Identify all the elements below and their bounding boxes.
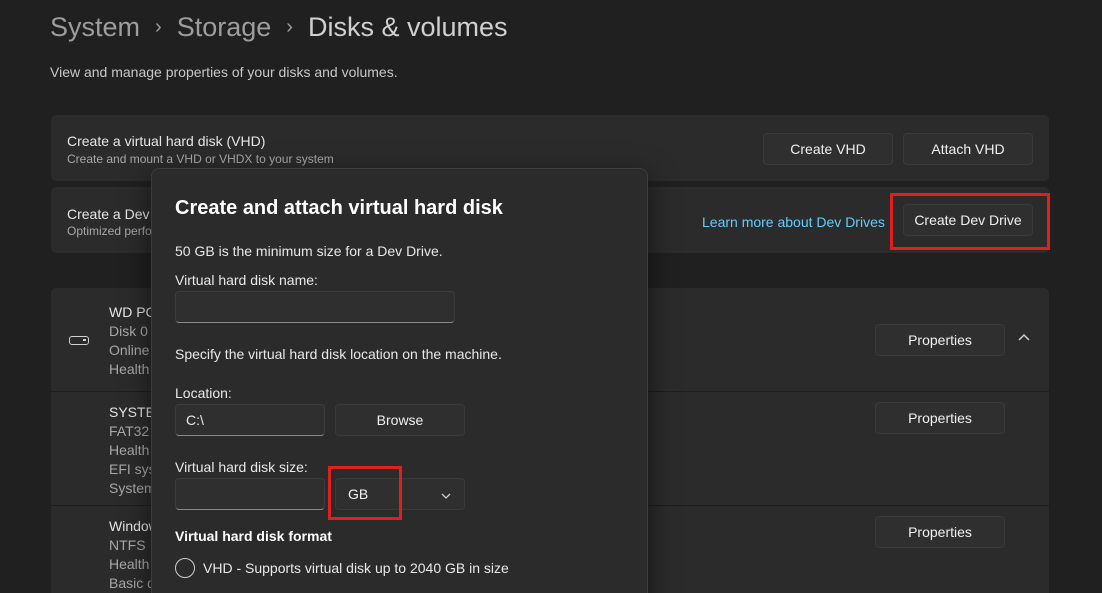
create-vhd-description: Create and mount a VHD or VHDX to your s… [67,152,334,166]
vhd-format-option[interactable]: VHD - Supports virtual disk up to 2040 G… [175,558,509,578]
disk-properties-button[interactable]: Properties [875,324,1005,356]
create-vhd-button[interactable]: Create VHD [763,133,893,165]
create-vhd-title: Create a virtual hard disk (VHD) [67,133,266,149]
learn-more-dev-drives-link[interactable]: Learn more about Dev Drives [702,214,885,230]
create-vhd-dialog: Create and attach virtual hard disk 50 G… [151,168,648,593]
breadcrumb: System › Storage › Disks & volumes [50,8,508,46]
browse-button[interactable]: Browse [335,404,465,436]
vhd-size-label: Virtual hard disk size: [175,459,308,475]
vhd-name-label: Virtual hard disk name: [175,272,318,288]
create-dev-drive-title: Create a Dev [67,206,150,222]
chevron-down-icon [440,489,452,501]
vhd-format-heading: Virtual hard disk format [175,528,332,544]
disk-status: Online [109,342,150,358]
location-hint: Specify the virtual hard disk location o… [175,346,502,362]
location-label: Location: [175,385,232,401]
vhd-format-radio[interactable] [175,558,195,578]
create-dev-drive-description: Optimized perfo [67,224,152,238]
volume-filesystem: NTFS [109,537,146,553]
page-subtitle: View and manage properties of your disks… [50,64,398,80]
vhd-name-input[interactable] [175,291,455,323]
volume-properties-button[interactable]: Properties [875,402,1005,434]
disk-health: Health [109,361,150,377]
volume-health: Health [109,556,150,572]
vhd-size-input[interactable] [175,478,325,510]
volume-health: Health [109,442,150,458]
min-size-note: 50 GB is the minimum size for a Dev Driv… [175,243,443,259]
breadcrumb-storage[interactable]: Storage [177,12,272,43]
chevron-up-icon[interactable] [1017,330,1031,344]
page-title: Disks & volumes [307,11,508,42]
disk-name: WD PC [109,304,156,320]
volume-filesystem: FAT32 [109,423,150,439]
vhd-format-option-label: VHD - Supports virtual disk up to 2040 G… [203,560,509,576]
highlight-box-create-dev-drive [890,193,1050,250]
breadcrumb-system[interactable]: System [50,12,140,43]
highlight-box-size-unit [328,466,402,520]
location-input[interactable]: C:\ [175,404,325,436]
attach-vhd-button[interactable]: Attach VHD [903,133,1033,165]
breadcrumb-separator-icon: › [286,15,293,38]
hard-drive-icon [69,336,89,345]
dialog-title: Create and attach virtual hard disk [175,197,503,219]
volume-properties-button[interactable]: Properties [875,516,1005,548]
disk-number: Disk 0 [109,323,148,339]
breadcrumb-separator-icon: › [155,15,162,38]
volume-role: System [109,480,156,496]
volume-type: Basic d [109,575,155,591]
